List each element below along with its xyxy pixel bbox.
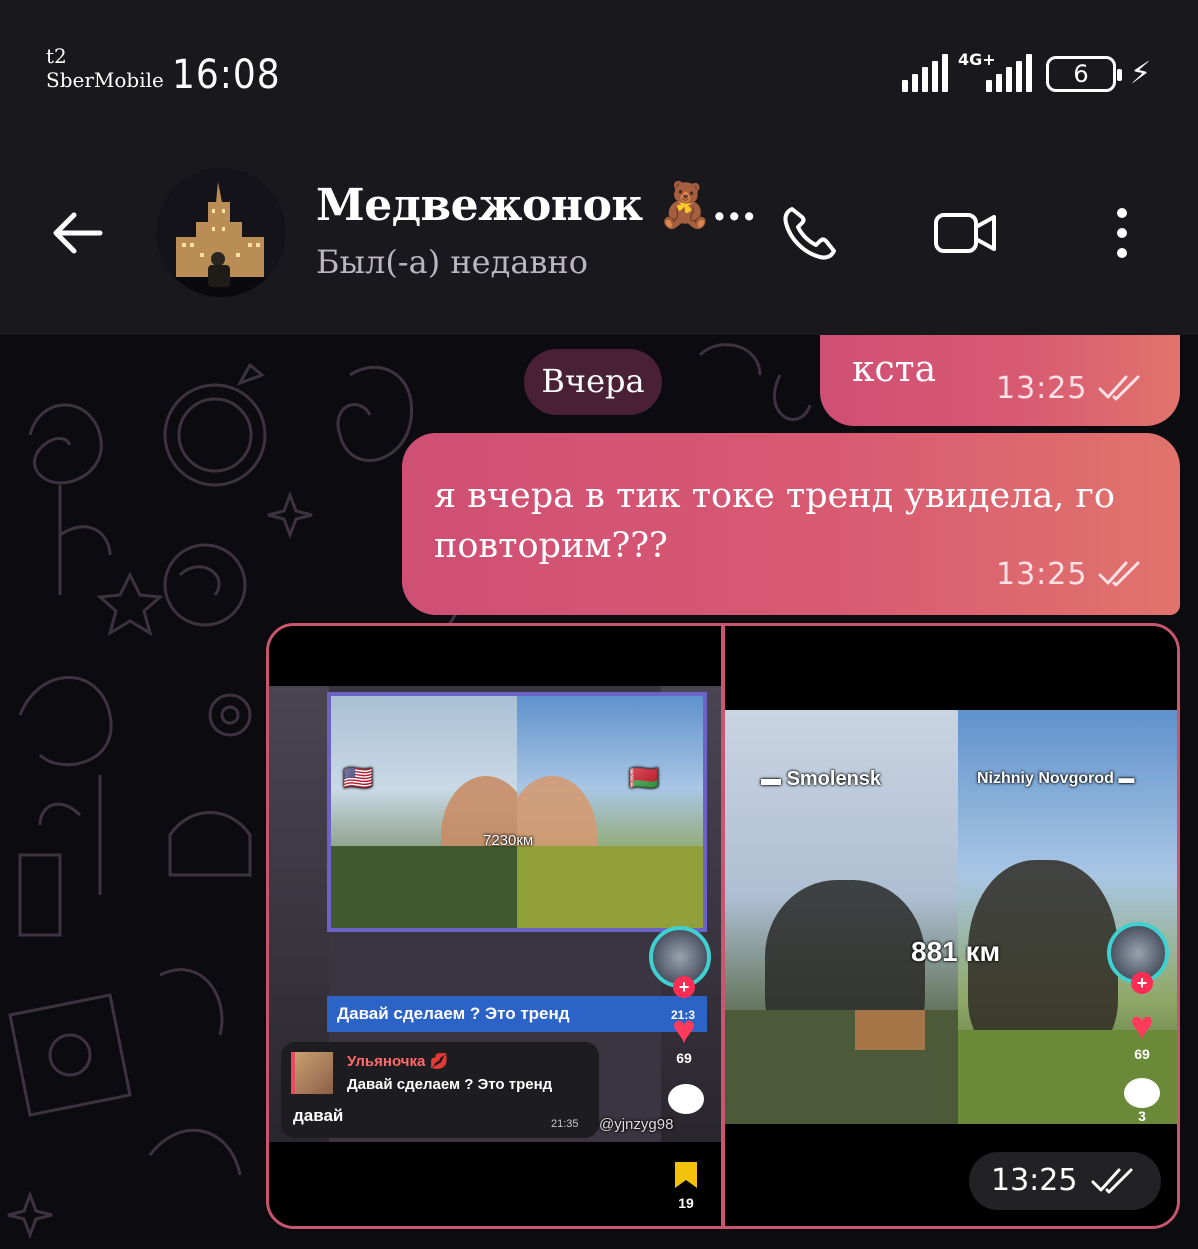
media-album[interactable]: 🇺🇸 🇧🇾 7230км Давай сделаем ? Это тренд 2…: [266, 623, 1180, 1229]
tiktok-reply-card: Ульяночка 💋 Давай сделаем ? Это тренд да…: [281, 1042, 599, 1138]
charging-icon: ⚡: [1130, 56, 1152, 91]
bookmark-icon: [675, 1162, 697, 1188]
bookmark-count: 19: [678, 1195, 694, 1211]
status-time: 16:08: [172, 52, 281, 98]
media-image-left[interactable]: 🇺🇸 🇧🇾 7230км Давай сделаем ? Это тренд 2…: [269, 626, 721, 1226]
chat-header: Медвежонок 🧸... Был(-а) недавно: [0, 135, 1198, 335]
message-text: кста: [852, 349, 937, 390]
read-checkmarks-icon: [1091, 1168, 1133, 1194]
like-count: 69: [676, 1050, 692, 1066]
distance-label: 881 км: [911, 936, 1001, 967]
message-bubble-outgoing[interactable]: я вчера в тик токе тренд увидела, го пов…: [402, 433, 1180, 615]
battery-icon: 6: [1046, 56, 1122, 92]
carrier-line-1: t2: [46, 44, 67, 68]
carrier-label: t2 SberMobile: [46, 44, 164, 92]
more-options-icon[interactable]: [1086, 197, 1158, 269]
message-text: я вчера в тик токе тренд увидела, го пов…: [434, 476, 1115, 566]
chat-area[interactable]: Вчера кста 13:25 я вчера в тик токе трен…: [0, 335, 1198, 1249]
flag-russia-icon: ▬: [1113, 770, 1135, 787]
tiktok-side-actions: + ♥ 69 3: [1107, 922, 1177, 1124]
flag-belarus-icon: 🇧🇾: [629, 765, 659, 792]
reply-thumbnail: [291, 1052, 333, 1094]
contact-name[interactable]: Медвежонок 🧸...: [316, 179, 757, 231]
creator-avatar-icon: +: [649, 926, 711, 998]
city-left: Smolensk: [786, 768, 882, 790]
message-time: 13:25: [996, 557, 1088, 592]
reply-quote: Давай сделаем ? Это тренд: [347, 1076, 553, 1093]
photo-belarus: [517, 692, 707, 932]
creator-avatar-icon: +: [1107, 922, 1169, 994]
comment-icon: [661, 1084, 711, 1114]
read-checkmarks-icon: [1098, 375, 1140, 401]
flag-russia-icon: ▬: [761, 768, 787, 790]
reply-author: Ульяночка 💋: [347, 1053, 449, 1070]
carrier-line-2: SberMobile: [46, 68, 164, 92]
like-count: 69: [1134, 1046, 1150, 1062]
like-heart-icon: ♥: [672, 1008, 696, 1052]
status-bar: t2 SberMobile 16:08 4G+ 6 ⚡: [0, 0, 1198, 135]
media-image-right[interactable]: ▬ Smolensk Nizhniy Novgorod ▬ 881 км + ♥…: [725, 626, 1177, 1226]
media-time: 13:25: [991, 1163, 1078, 1198]
avatar[interactable]: [156, 167, 286, 297]
date-separator: Вчера: [524, 349, 662, 415]
comment-icon: [1124, 1078, 1160, 1108]
message-bubble-outgoing[interactable]: кста 13:25: [820, 335, 1180, 426]
city-right: Nizhniy Novgorod: [977, 770, 1114, 787]
distance-label: 7230км: [483, 832, 534, 849]
back-arrow-icon[interactable]: [48, 203, 108, 263]
comment-count: 3: [1138, 1108, 1146, 1124]
tiktok-username: @yjnzyg98: [599, 1116, 674, 1133]
avatar-image: [156, 167, 286, 297]
photo-usa: [327, 692, 517, 932]
read-checkmarks-icon: [1098, 561, 1140, 587]
signal-icon: [902, 54, 948, 92]
video-call-icon[interactable]: [928, 197, 1000, 269]
media-timestamp: 13:25: [969, 1152, 1161, 1210]
tiktok-side-actions: + ♥ 69: [649, 926, 719, 1066]
tiktok-bookmark: 19: [661, 1160, 711, 1211]
reply-time: 21:35: [551, 1118, 579, 1130]
like-heart-icon: ♥: [1130, 1004, 1154, 1048]
city-left-label: ▬ Smolensk: [761, 768, 881, 791]
signal-2-icon: [986, 54, 1032, 92]
banner-text: Давай сделаем ? Это тренд: [337, 1004, 570, 1023]
flag-usa-icon: 🇺🇸: [343, 765, 373, 792]
message-time: 13:25: [996, 371, 1088, 406]
city-right-label: Nizhniy Novgorod ▬: [977, 770, 1134, 788]
phone-icon[interactable]: [774, 197, 846, 269]
reply-text: давай: [293, 1106, 344, 1125]
contact-status: Был(-а) недавно: [316, 243, 588, 281]
